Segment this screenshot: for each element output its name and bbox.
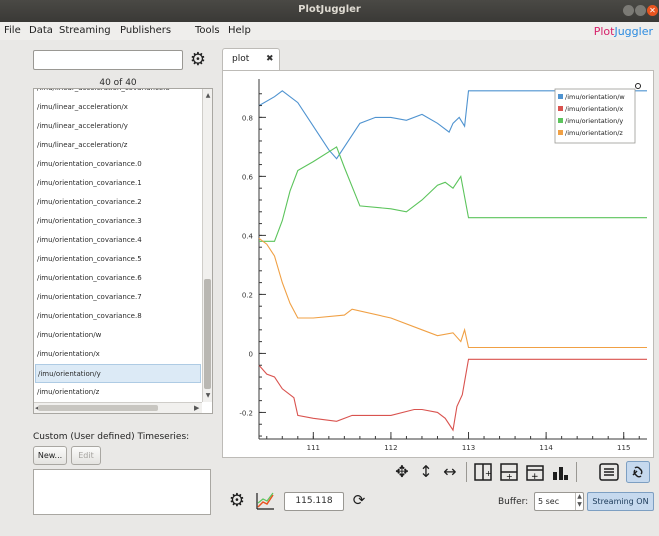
menu-help[interactable]: Help bbox=[228, 25, 251, 36]
x-tick-label: 114 bbox=[539, 444, 553, 452]
x-tick-label: 111 bbox=[307, 444, 320, 452]
scroll-down-arrow-icon[interactable]: ▼ bbox=[204, 391, 212, 400]
timeseries-count: 40 of 40 bbox=[99, 78, 137, 88]
toolbar-separator bbox=[466, 462, 467, 482]
zoom-horizontal-icon[interactable]: ↔ bbox=[440, 462, 460, 482]
y-tick-label: 0.8 bbox=[242, 114, 253, 122]
split-horizontal-icon[interactable]: + bbox=[474, 463, 492, 481]
custom-timeseries-label: Custom (User defined) Timeseries: bbox=[33, 432, 190, 442]
plot-area[interactable]: -0.2 0 0.2 0.4 0.6 0.8 111 112 113 114 115 /imu/or… bbox=[222, 70, 654, 458]
spinbox-arrows-icon[interactable]: ▲ ▼ bbox=[575, 493, 583, 510]
split-vertical-icon[interactable]: + bbox=[500, 463, 518, 481]
list-item[interactable]: /imu/orientation/y bbox=[35, 364, 201, 383]
legend-swatch bbox=[558, 94, 563, 99]
buffer-spinbox[interactable]: 5 sec ▲ ▼ bbox=[534, 492, 584, 511]
scroll-up-arrow-icon[interactable]: ▲ bbox=[204, 91, 212, 100]
list-item[interactable]: /imu/linear_acceleration/x bbox=[35, 98, 201, 117]
legend-entry[interactable]: /imu/orientation/y bbox=[565, 117, 623, 125]
menu-bar: File Data Streaming Publishers Tools Hel… bbox=[0, 22, 659, 40]
menu-file[interactable]: File bbox=[4, 25, 21, 36]
buffer-label: Buffer: bbox=[498, 497, 529, 507]
window-title-bar: PlotJuggler ✕ bbox=[0, 0, 659, 22]
y-tick-label: -0.2 bbox=[239, 409, 253, 417]
legend-entry[interactable]: /imu/orientation/x bbox=[565, 105, 623, 113]
list-item[interactable]: /imu/orientation/w bbox=[35, 326, 201, 345]
list-scroll-thumb[interactable] bbox=[204, 279, 211, 389]
link-icon[interactable] bbox=[626, 461, 650, 483]
list-item[interactable]: /imu/orientation_covariance.3 bbox=[35, 212, 201, 231]
toolbar-separator bbox=[576, 462, 577, 482]
list-item[interactable]: /imu/orientation_covariance.0 bbox=[35, 155, 201, 174]
zoom-vertical-icon[interactable]: ↕ bbox=[418, 462, 434, 482]
menu-streaming[interactable]: Streaming bbox=[59, 25, 111, 36]
x-tick-label: 113 bbox=[462, 444, 475, 452]
edit-custom-timeseries-button[interactable]: Edit bbox=[71, 446, 101, 465]
svg-text:+: + bbox=[531, 472, 539, 481]
gear-icon[interactable]: ⚙ bbox=[228, 492, 246, 510]
list-item[interactable]: /imu/orientation_covariance.6 bbox=[35, 269, 201, 288]
list-hscroll-thumb[interactable] bbox=[38, 405, 158, 411]
series-line bbox=[259, 146, 647, 242]
app-logo: PlotJuggler bbox=[593, 25, 653, 38]
custom-function-icon[interactable] bbox=[255, 491, 275, 511]
list-item[interactable]: /imu/orientation_covariance.5 bbox=[35, 250, 201, 269]
series-line bbox=[258, 237, 647, 349]
list-item[interactable]: /imu/orientation_covariance.2 bbox=[35, 193, 201, 212]
menu-data[interactable]: Data bbox=[29, 25, 53, 36]
close-window-button[interactable]: ✕ bbox=[647, 5, 658, 16]
list-item[interactable]: /imu/orientation_covariance.1 bbox=[35, 174, 201, 193]
legend-icon[interactable] bbox=[599, 463, 619, 481]
timeseries-list[interactable]: /imu/linear_acceleration_covariance.8/im… bbox=[33, 88, 213, 414]
tab-plot[interactable]: plot ✖ bbox=[222, 48, 280, 70]
sync-icon[interactable]: ⟳ bbox=[350, 490, 368, 510]
list-item[interactable]: /imu/orientation_covariance.7 bbox=[35, 288, 201, 307]
menu-publishers[interactable]: Publishers bbox=[120, 25, 171, 36]
legend-swatch bbox=[558, 118, 563, 123]
list-item[interactable]: /imu/orientation/x bbox=[35, 345, 201, 364]
tab-plot-label: plot bbox=[232, 54, 250, 64]
list-item[interactable]: /imu/linear_acceleration/z bbox=[35, 136, 201, 155]
y-tick-label: 0.6 bbox=[242, 173, 254, 181]
maximize-button[interactable] bbox=[635, 5, 646, 16]
svg-text:+: + bbox=[485, 469, 492, 478]
buffer-value: 5 sec bbox=[538, 497, 560, 506]
list-item[interactable]: /imu/linear_acceleration/y bbox=[35, 117, 201, 136]
scroll-right-arrow-icon[interactable]: ▶ bbox=[194, 403, 199, 413]
minimize-button[interactable] bbox=[623, 5, 634, 16]
legend-swatch bbox=[558, 130, 563, 135]
list-item[interactable]: /imu/orientation_covariance.4 bbox=[35, 231, 201, 250]
add-tab-icon[interactable]: + bbox=[526, 463, 544, 481]
gear-icon[interactable]: ⚙ bbox=[188, 50, 208, 70]
list-item[interactable]: /imu/orientation/z bbox=[35, 383, 201, 402]
streaming-toggle-button[interactable]: Streaming ON bbox=[587, 492, 654, 511]
list-item[interactable]: /imu/linear_acceleration_covariance.8 bbox=[35, 89, 201, 98]
y-tick-label: 0.4 bbox=[242, 232, 254, 240]
list-horizontal-scrollbar[interactable]: ◀ ▶ bbox=[34, 402, 202, 413]
close-tab-icon[interactable]: ✖ bbox=[266, 54, 274, 64]
x-tick-label: 115 bbox=[617, 444, 630, 452]
x-tick-label: 112 bbox=[384, 444, 397, 452]
list-vertical-scrollbar[interactable]: ▲ ▼ bbox=[202, 89, 212, 402]
legend-swatch bbox=[558, 106, 563, 111]
new-custom-timeseries-button[interactable]: New... bbox=[33, 446, 67, 465]
custom-timeseries-list[interactable] bbox=[33, 469, 211, 515]
list-item[interactable]: /imu/orientation_covariance.8 bbox=[35, 307, 201, 326]
series-line bbox=[258, 358, 647, 432]
legend-entry[interactable]: /imu/orientation/z bbox=[565, 129, 623, 137]
legend-entry[interactable]: /imu/orientation/w bbox=[565, 93, 625, 101]
svg-text:+: + bbox=[506, 472, 513, 481]
plot-chart[interactable]: -0.2 0 0.2 0.4 0.6 0.8 111 112 113 114 115 /imu/or… bbox=[223, 71, 653, 457]
time-tracker-field[interactable]: 115.118 bbox=[284, 492, 344, 511]
window-title: PlotJuggler bbox=[298, 4, 361, 15]
timeseries-filter-input[interactable] bbox=[33, 50, 183, 70]
menu-tools[interactable]: Tools bbox=[195, 25, 220, 36]
y-tick-label: 0 bbox=[249, 350, 253, 358]
y-tick-label: 0.2 bbox=[242, 291, 253, 299]
legend-handle-icon[interactable] bbox=[635, 83, 641, 89]
move-icon[interactable]: ✥ bbox=[392, 462, 412, 482]
sort-bars-icon[interactable] bbox=[551, 463, 569, 481]
